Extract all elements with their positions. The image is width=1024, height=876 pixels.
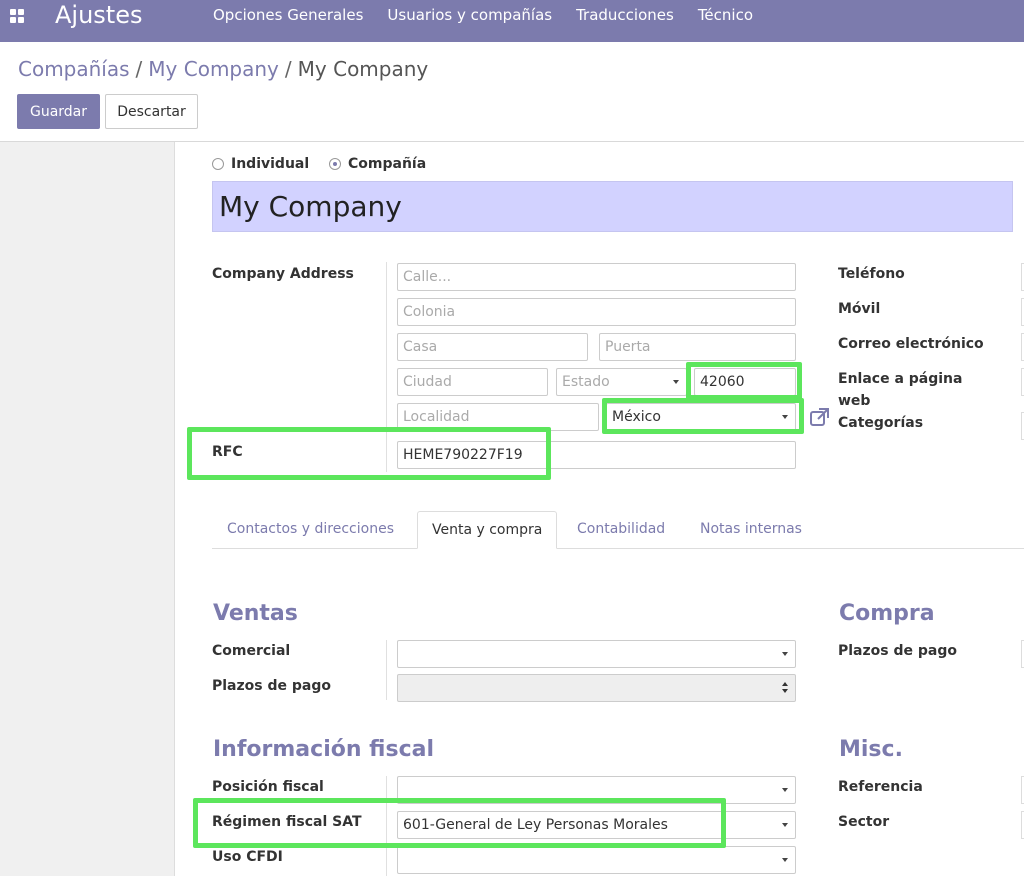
colonia-input[interactable]: Colonia [397, 298, 796, 326]
company-address-label: Company Address [212, 266, 354, 282]
zip-input[interactable]: 42060 [694, 368, 796, 396]
menu-item-users-companies[interactable]: Usuarios y compañías [387, 0, 552, 30]
sat-regime-label: Régimen fiscal SAT [212, 814, 362, 830]
salesperson-label: Comercial [212, 643, 291, 659]
dropdown-caret-icon [782, 858, 788, 862]
company-name-input[interactable]: My Company [212, 181, 1013, 232]
menu-item-general-options[interactable]: Opciones Generales [213, 0, 363, 30]
breadcrumb-separator: / [135, 57, 143, 81]
dropdown-caret-icon [782, 652, 788, 656]
localidad-input[interactable]: Localidad [397, 403, 599, 431]
radio-dot-selected[interactable] [329, 158, 341, 170]
cfdi-use-select[interactable] [397, 846, 796, 874]
label-separator [386, 776, 387, 876]
phone-label: Teléfono [838, 266, 905, 282]
breadcrumb: Compañías / My Company / My Company [18, 55, 428, 83]
tab-accounting[interactable]: Contabilidad [577, 511, 665, 549]
sales-payment-terms-label: Plazos de pago [212, 678, 331, 694]
puerta-input[interactable]: Puerta [599, 333, 796, 361]
state-placeholder: Estado [562, 374, 610, 390]
label-separator [386, 640, 387, 700]
street-input[interactable]: Calle... [397, 263, 796, 291]
external-link-icon[interactable] [809, 406, 831, 428]
discard-button[interactable]: Descartar [105, 94, 198, 129]
cfdi-use-label: Uso CFDI [212, 849, 283, 865]
categories-label: Categorías [838, 415, 924, 431]
radio-company[interactable]: Compañía [329, 156, 426, 172]
email-label: Correo electrónico [838, 336, 984, 352]
fiscal-position-label: Posición fiscal [212, 779, 324, 795]
fiscal-section-title: Información fiscal [213, 737, 434, 762]
fiscal-position-select[interactable] [397, 776, 796, 804]
rfc-input[interactable]: HEME790227F19 [397, 441, 796, 469]
purchase-payment-terms-label: Plazos de pago [838, 643, 957, 659]
menu-item-translations[interactable]: Traducciones [576, 0, 674, 30]
industry-label: Sector [838, 814, 890, 830]
dropdown-caret-icon [782, 823, 788, 827]
state-select[interactable]: Estado [556, 368, 687, 396]
label-separator [386, 262, 387, 472]
breadcrumb-my-company[interactable]: My Company [148, 57, 279, 81]
breadcrumb-companies[interactable]: Compañías [18, 57, 130, 81]
radio-company-label: Compañía [348, 156, 427, 172]
form-left-gutter [0, 142, 175, 876]
sat-regime-value: 601-General de Ley Personas Morales [403, 817, 668, 833]
app-title: Ajustes [55, 1, 143, 29]
sales-section-title: Ventas [213, 601, 298, 626]
purchase-section-title: Compra [839, 601, 935, 626]
save-button[interactable]: Guardar [17, 94, 100, 129]
tab-notes[interactable]: Notas internas [700, 511, 802, 549]
apps-grid-icon[interactable] [10, 9, 26, 25]
city-input[interactable]: Ciudad [397, 368, 548, 396]
reference-label: Referencia [838, 779, 923, 795]
mobile-label: Móvil [838, 301, 881, 317]
sat-regime-select[interactable]: 601-General de Ley Personas Morales [397, 811, 796, 839]
dropdown-caret-icon [782, 788, 788, 792]
misc-section-title: Misc. [839, 737, 903, 762]
radio-dot[interactable] [212, 158, 224, 170]
casa-input[interactable]: Casa [397, 333, 588, 361]
salesperson-select[interactable] [397, 640, 796, 668]
breadcrumb-current: My Company [297, 57, 429, 81]
tab-contacts[interactable]: Contactos y direcciones [227, 511, 394, 549]
top-menu: Opciones Generales Usuarios y compañías … [213, 0, 777, 30]
tab-sales-purchase[interactable]: Venta y compra [417, 511, 558, 549]
radio-individual[interactable]: Individual [212, 156, 309, 172]
sales-payment-terms-select[interactable] [397, 674, 796, 702]
menu-item-technical[interactable]: Técnico [698, 0, 753, 30]
country-select[interactable]: México [606, 403, 796, 431]
top-navbar: Ajustes Opciones Generales Usuarios y co… [0, 0, 1024, 42]
website-label-line2: web [838, 393, 871, 409]
updown-spinner-icon [782, 682, 788, 694]
dropdown-caret-icon [673, 380, 679, 384]
radio-individual-label: Individual [231, 156, 310, 172]
website-label-line1: Enlace a página [838, 371, 963, 387]
rfc-label: RFC [212, 444, 243, 460]
country-value: México [612, 409, 661, 425]
breadcrumb-separator: / [284, 57, 292, 81]
dropdown-caret-icon [782, 415, 788, 419]
